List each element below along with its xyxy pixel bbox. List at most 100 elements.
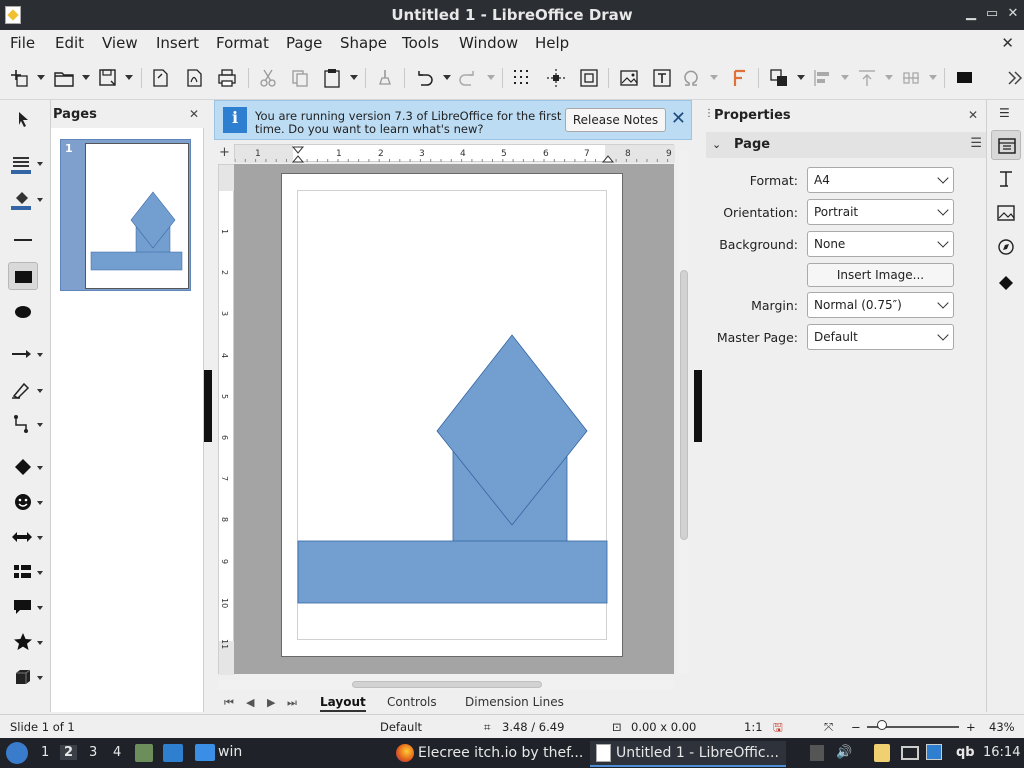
menu-edit[interactable]: Edit (55, 34, 84, 52)
display-icon[interactable] (901, 746, 919, 760)
workspace-3[interactable]: 3 (89, 745, 97, 760)
toolbar-overflow-icon[interactable] (1004, 67, 1024, 89)
align-icon[interactable] (812, 67, 834, 89)
select-arrow-icon[interactable] (8, 106, 38, 134)
menu-page[interactable]: Page (286, 34, 322, 52)
3d-objects-dropdown-icon[interactable] (37, 676, 43, 680)
zoom-level[interactable]: 43% (989, 720, 1015, 734)
navigator-deck-icon[interactable] (991, 232, 1021, 262)
desktop-icon[interactable] (163, 744, 183, 762)
master-layout-name[interactable]: Default (380, 720, 422, 734)
align-dropdown-icon[interactable] (841, 75, 849, 80)
export-icon[interactable] (149, 67, 171, 89)
open-dropdown-icon[interactable] (82, 75, 90, 80)
new-dropdown-icon[interactable] (37, 75, 45, 80)
section-menu-icon[interactable]: ☰ (970, 136, 982, 151)
connectors-icon[interactable] (8, 410, 38, 438)
minimize-button[interactable]: ▁ (962, 5, 980, 23)
document-modified-icon[interactable]: 🖫 (773, 720, 783, 739)
symbol-shapes-icon[interactable] (8, 488, 38, 516)
tab-dimension-lines[interactable]: Dimension Lines (465, 695, 564, 709)
copy-icon[interactable] (289, 67, 311, 89)
line-color-dropdown-icon[interactable] (37, 162, 43, 166)
curves-polygons-icon[interactable] (8, 376, 38, 404)
block-arrows-icon[interactable] (8, 523, 38, 551)
ellipse-tool-icon[interactable] (8, 298, 38, 326)
taskbar-firefox-window[interactable]: Elecree itch.io by thef... (392, 741, 584, 767)
drawing-workspace[interactable] (234, 164, 674, 674)
shapes-deck-icon[interactable] (991, 268, 1021, 298)
line-tool-icon[interactable] (8, 226, 38, 254)
sidebar-collapse-handle[interactable] (694, 370, 702, 442)
open-folder-icon[interactable] (53, 67, 75, 89)
workspace-1[interactable]: 1 (41, 745, 49, 760)
line-color-icon[interactable] (8, 150, 38, 178)
save-dropdown-icon[interactable] (125, 75, 133, 80)
grid-icon[interactable] (511, 67, 533, 89)
background-select[interactable]: None (807, 231, 954, 257)
tab-layout[interactable]: Layout (320, 695, 366, 712)
styles-deck-icon[interactable] (991, 164, 1021, 194)
stars-dropdown-icon[interactable] (37, 641, 43, 645)
insert-textbox-icon[interactable] (651, 67, 673, 89)
vertical-scroll-thumb[interactable] (680, 270, 688, 540)
close-window-button[interactable]: ✕ (1004, 5, 1022, 23)
block-arrows-dropdown-icon[interactable] (37, 536, 43, 540)
zoom-in-icon[interactable]: + (966, 720, 976, 734)
new-document-icon[interactable] (8, 67, 30, 89)
arrange-dropdown-icon[interactable] (885, 75, 893, 80)
workspace-2[interactable]: 2 (60, 745, 78, 760)
master-page-select[interactable]: Default (807, 324, 954, 350)
menu-file[interactable]: File (10, 34, 35, 52)
cut-icon[interactable] (257, 67, 279, 89)
basic-shapes-dropdown-icon[interactable] (37, 466, 43, 470)
margin-select[interactable]: Normal (0.75″) (807, 292, 954, 318)
gallery-deck-icon[interactable] (991, 198, 1021, 228)
undo-dropdown-icon[interactable] (443, 75, 451, 80)
fill-color-icon[interactable] (8, 186, 38, 214)
menu-format[interactable]: Format (216, 34, 269, 52)
menu-insert[interactable]: Insert (156, 34, 199, 52)
tray-label[interactable]: qb (956, 745, 975, 760)
zoom-out-icon[interactable]: − (851, 720, 861, 734)
fill-color-dropdown-icon[interactable] (37, 198, 43, 202)
zoom-slider-knob[interactable] (877, 720, 887, 730)
callout-shapes-icon[interactable] (8, 593, 38, 621)
symbol-shapes-dropdown-icon[interactable] (37, 501, 43, 505)
close-pages-panel-icon[interactable]: ✕ (189, 107, 199, 121)
menu-view[interactable]: View (102, 34, 138, 52)
previous-tab-icon[interactable]: ◀ (246, 696, 254, 709)
clone-formatting-icon[interactable] (374, 67, 396, 89)
flowchart-dropdown-icon[interactable] (37, 571, 43, 575)
taskbar-libreoffice-window[interactable]: Untitled 1 - LibreOffic... (590, 741, 786, 767)
rectangle-tool-icon[interactable] (8, 262, 38, 290)
folder-icon[interactable] (195, 744, 215, 761)
paste-icon[interactable] (321, 67, 343, 89)
horizontal-scrollbar[interactable] (218, 680, 674, 690)
export-pdf-icon[interactable] (183, 67, 205, 89)
undo-icon[interactable] (413, 67, 435, 89)
next-tab-icon[interactable]: ▶ (267, 696, 275, 709)
callout-dropdown-icon[interactable] (37, 606, 43, 610)
clipboard-icon[interactable] (810, 745, 824, 761)
first-tab-icon[interactable]: ⏮ (224, 696, 234, 710)
tab-controls[interactable]: Controls (387, 695, 437, 709)
shadow-icon[interactable] (954, 67, 976, 89)
start-menu-icon[interactable] (6, 742, 28, 764)
transformations-icon[interactable] (768, 67, 790, 89)
menu-shape[interactable]: Shape (340, 34, 387, 52)
workspace-4[interactable]: 4 (113, 745, 121, 760)
redo-icon[interactable] (457, 67, 479, 89)
notes-icon[interactable] (874, 744, 890, 762)
vertical-scrollbar[interactable] (679, 150, 689, 674)
orientation-select[interactable]: Portrait (807, 199, 954, 225)
network-icon[interactable] (926, 744, 942, 760)
menu-help[interactable]: Help (535, 34, 569, 52)
paste-dropdown-icon[interactable] (350, 75, 358, 80)
close-properties-icon[interactable]: ✕ (968, 108, 978, 122)
release-notes-button[interactable]: Release Notes (565, 108, 666, 132)
stars-banners-icon[interactable] (8, 628, 38, 656)
fontwork-icon[interactable] (729, 67, 751, 89)
fit-page-icon[interactable]: ⤧ (824, 720, 833, 735)
transformations-dropdown-icon[interactable] (797, 75, 805, 80)
